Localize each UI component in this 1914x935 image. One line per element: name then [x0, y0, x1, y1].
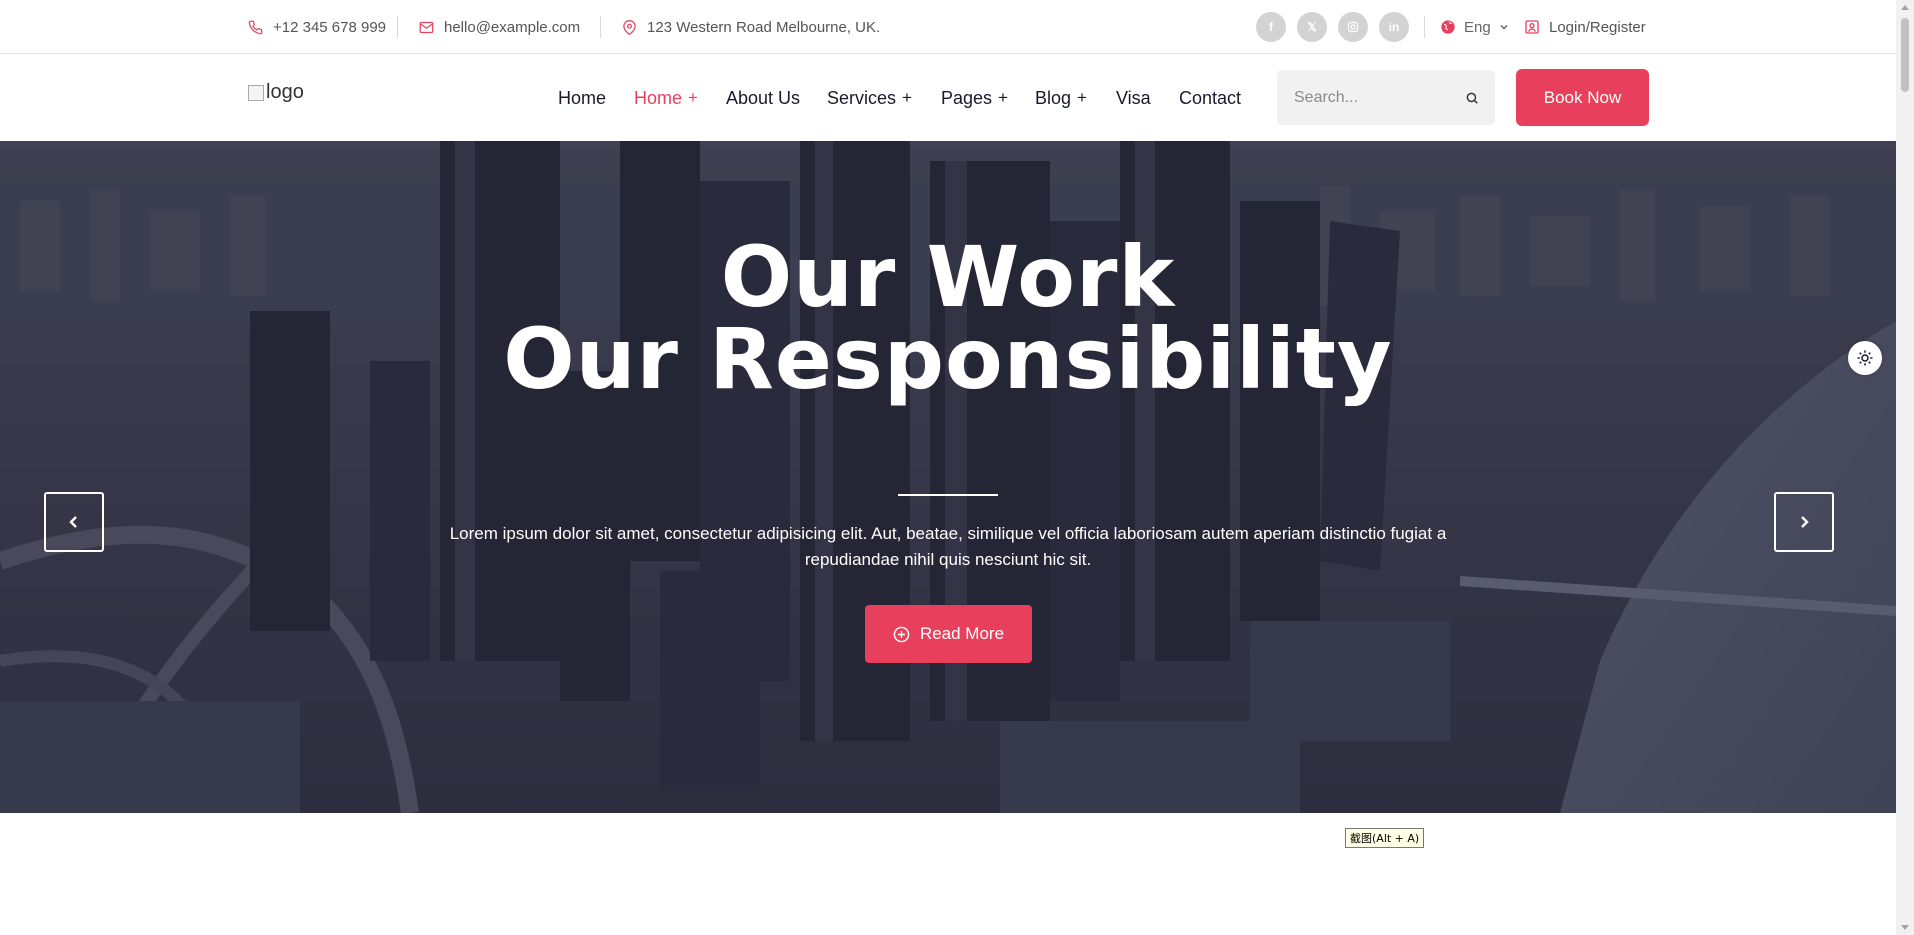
main-header: logo Home Home + About Us Services + Pag…	[0, 55, 1896, 141]
login-label: Login/Register	[1549, 18, 1646, 36]
read-more-button[interactable]: Read More	[865, 605, 1032, 663]
divider	[397, 16, 398, 38]
book-now-button[interactable]: Book Now	[1516, 69, 1649, 126]
scrollbar-thumb[interactable]	[1901, 18, 1909, 92]
slider-next-button[interactable]	[1774, 492, 1834, 552]
nav-label: Pages	[941, 87, 993, 108]
logo-alt-text: logo	[266, 81, 304, 103]
plus-icon: +	[998, 88, 1008, 107]
email-contact[interactable]: hello@example.com	[419, 0, 580, 54]
divider	[600, 16, 601, 38]
chevron-down-icon	[1500, 24, 1508, 30]
login-register-link[interactable]: Login/Register	[1524, 0, 1646, 54]
nav-label: About Us	[726, 87, 801, 108]
linkedin-icon-glyph: in	[1388, 20, 1400, 34]
x-icon-glyph: 𝕏	[1307, 20, 1317, 34]
instagram-glyph	[1347, 21, 1359, 33]
nav-contact[interactable]: Contact	[1179, 55, 1241, 141]
hero-description: Lorem ipsum dolor sit amet, consectetur …	[449, 524, 1447, 569]
broken-image-icon	[248, 84, 264, 101]
nav-label: Blog	[1035, 87, 1072, 108]
nav-pages[interactable]: Pages +	[941, 55, 1008, 141]
language-label: Eng	[1464, 18, 1491, 36]
page-scrollbar[interactable]	[1896, 0, 1914, 935]
slider-prev-button[interactable]	[44, 492, 104, 552]
read-more-label: Read More	[919, 624, 1005, 643]
location-pin-icon	[623, 19, 636, 35]
chevron-left-icon	[69, 516, 77, 528]
globe-icon	[1441, 20, 1455, 34]
scroll-up-arrow-icon[interactable]	[1901, 5, 1909, 10]
phone-icon	[248, 20, 263, 34]
linkedin-icon[interactable]: in	[1379, 12, 1409, 42]
x-icon[interactable]: 𝕏	[1297, 12, 1327, 42]
screenshot-tooltip: 截图(Alt + A)	[1345, 828, 1425, 848]
phone-number: +12 345 678 999	[273, 18, 387, 36]
logo[interactable]: logo	[248, 81, 304, 104]
facebook-icon-glyph: f	[1269, 20, 1273, 34]
nav-home-dropdown[interactable]: Home +	[634, 55, 698, 141]
plus-circle-icon	[893, 626, 910, 642]
scroll-down-arrow-icon[interactable]	[1901, 925, 1909, 930]
sun-icon	[1857, 350, 1873, 366]
mail-icon	[419, 21, 434, 33]
hero-title-line-2: Our Responsibility	[503, 310, 1393, 408]
email-address: hello@example.com	[444, 18, 581, 36]
instagram-icon[interactable]	[1338, 12, 1368, 42]
top-bar: +12 345 678 999 hello@example.com 123 We…	[0, 0, 1896, 54]
nav-blog[interactable]: Blog +	[1035, 55, 1087, 141]
phone-contact[interactable]: +12 345 678 999	[248, 0, 386, 54]
language-selector[interactable]: Eng	[1440, 0, 1509, 54]
address-contact: 123 Western Road Melbourne, UK.	[622, 0, 880, 54]
nav-label: Contact	[1179, 87, 1242, 108]
hero-slider: Our Work Our Responsibility Lorem ipsum …	[0, 141, 1896, 813]
nav-visa[interactable]: Visa	[1116, 55, 1151, 141]
chevron-right-icon	[1801, 516, 1809, 528]
facebook-icon[interactable]: f	[1256, 12, 1286, 42]
hero-title-line-1: Our Work	[720, 228, 1176, 326]
search-icon[interactable]	[1465, 91, 1479, 105]
nav-about-us[interactable]: About Us	[726, 55, 800, 141]
address-text: 123 Western Road Melbourne, UK.	[647, 18, 881, 36]
nav-label: Services	[827, 87, 897, 108]
search-input[interactable]	[1294, 88, 1465, 107]
nav-label: Home	[634, 87, 683, 108]
theme-toggle-button[interactable]	[1848, 341, 1882, 375]
plus-icon: +	[688, 88, 698, 107]
search-box	[1277, 70, 1495, 125]
hero-divider	[898, 494, 998, 496]
plus-icon: +	[1077, 88, 1087, 107]
nav-label: Visa	[1116, 87, 1151, 108]
user-icon	[1525, 20, 1539, 34]
plus-icon: +	[902, 88, 912, 107]
divider	[1424, 16, 1425, 38]
nav-label: Home	[558, 87, 607, 108]
nav-home[interactable]: Home	[558, 55, 606, 141]
nav-services[interactable]: Services +	[827, 55, 912, 141]
